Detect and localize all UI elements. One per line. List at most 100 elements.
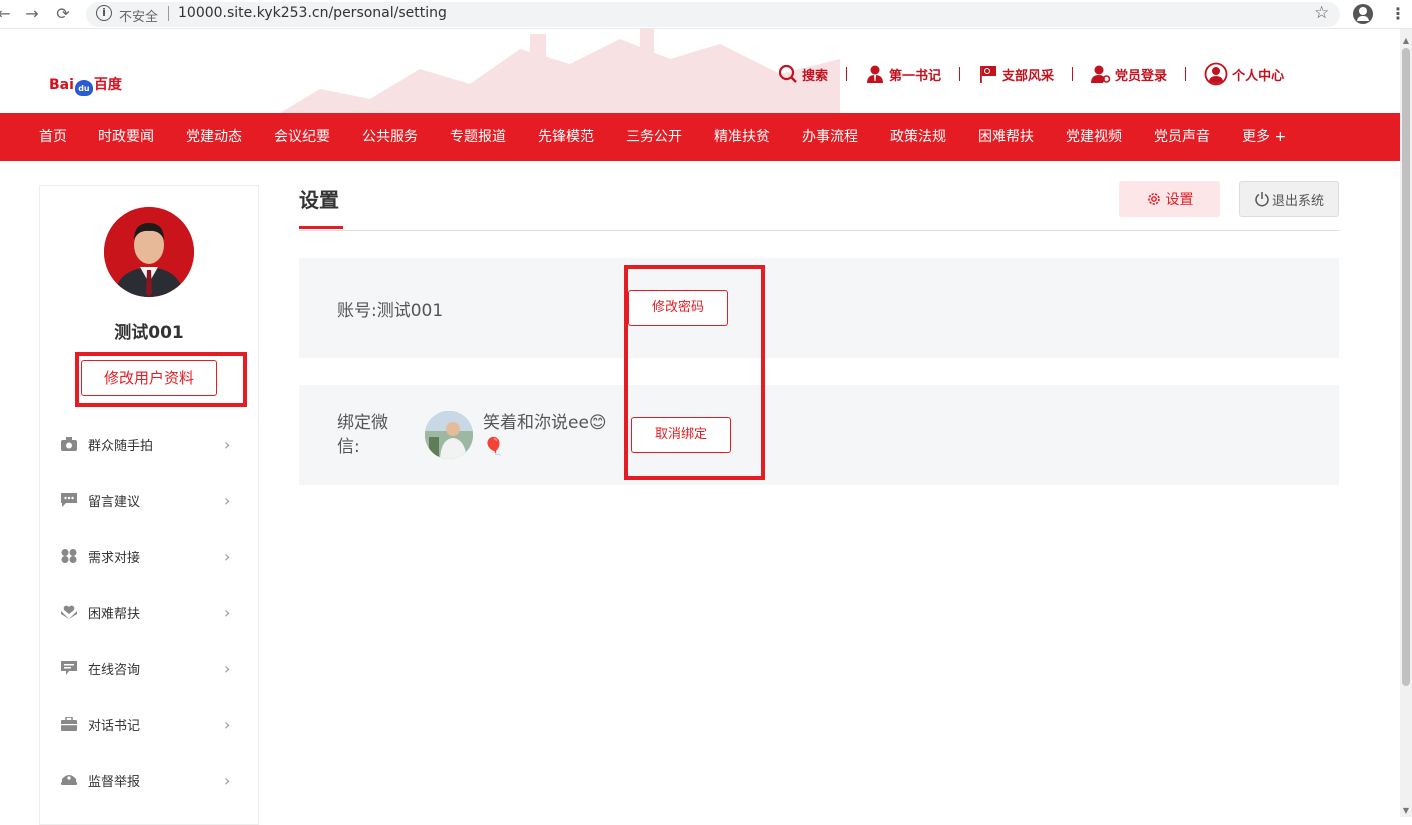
logout-button-label: 退出系统 [1271, 193, 1324, 209]
change-password-button[interactable]: 修改密码 [628, 290, 728, 326]
nav-item-party-news[interactable]: 党建动态 [186, 113, 242, 161]
scroll-up-icon[interactable]: ▲ [1402, 36, 1410, 45]
wechat-label: 绑定微信: [337, 413, 388, 457]
sidebar-item-label: 留言建议 [88, 494, 141, 510]
top-link-label: 第一书记 [889, 68, 942, 84]
url-text[interactable]: 10000.site.kyk253.cn/personal/setting [178, 5, 447, 21]
page-title: 设置 [299, 188, 339, 212]
user-sidebar: 测试001 修改用户资料 群众随手拍 › 留言建议 › 需求对接 › 困难帮扶 … [39, 185, 259, 825]
nav-item-voices[interactable]: 党员声音 [1154, 113, 1210, 161]
browser-toolbar: ← → ⟳ i 不安全 10000.site.kyk253.cn/persona… [0, 0, 1412, 29]
wechat-avatar-image [425, 411, 473, 459]
sidebar-item-label: 群众随手拍 [88, 438, 154, 454]
user-circle-icon [1204, 62, 1228, 86]
logo-text-left: Bai [49, 77, 74, 93]
grid-icon [61, 549, 77, 563]
chevron-right-icon: › [224, 714, 231, 734]
site-info-icon[interactable]: i [96, 5, 112, 21]
unbind-wechat-button[interactable]: 取消绑定 [631, 417, 731, 453]
sidebar-item-suggestions[interactable]: 留言建议 › [40, 472, 258, 528]
edit-profile-button[interactable]: 修改用户资料 [81, 360, 217, 396]
nav-item-videos[interactable]: 党建视频 [1066, 113, 1122, 161]
divider [1185, 67, 1187, 81]
settings-button-label: 设置 [1165, 192, 1194, 208]
insecure-label: 不安全 [119, 10, 159, 25]
camera-icon [61, 437, 77, 451]
divider [846, 67, 848, 81]
wechat-nickname: 笑着和沵说ee😊🎈 [483, 413, 607, 457]
user-name: 测试001 [114, 323, 184, 343]
top-link-secretary[interactable]: 第一书记 [865, 64, 941, 84]
top-link-label: 搜索 [802, 68, 829, 84]
sidebar-item-demand[interactable]: 需求对接 › [40, 528, 258, 584]
search-icon [778, 64, 797, 83]
chat-icon [61, 661, 77, 675]
site-header: Bai du 百度 搜索 第一书记 支部风采 党员登录 个人中心 [0, 29, 1400, 113]
sidebar-item-label: 需求对接 [88, 550, 141, 566]
briefcase-icon [61, 717, 77, 731]
sidebar-item-consult[interactable]: 在线咨询 › [40, 640, 258, 696]
sidebar-item-report[interactable]: 监督举报 › [40, 752, 258, 808]
forward-icon[interactable]: → [22, 4, 42, 24]
account-label: 账号: [337, 301, 377, 321]
back-icon[interactable]: ← [0, 4, 14, 24]
message-icon [61, 493, 77, 507]
top-link-search[interactable]: 搜索 [778, 64, 828, 84]
nav-item-public-service[interactable]: 公共服务 [362, 113, 418, 161]
nav-item-home[interactable]: 首页 [39, 113, 67, 161]
scroll-down-icon[interactable]: ▼ [1402, 806, 1410, 815]
nav-item-disclosure[interactable]: 三务公开 [626, 113, 682, 161]
nav-item-more[interactable]: 更多 + [1242, 113, 1286, 161]
chevron-right-icon: › [224, 658, 231, 678]
top-link-label: 党员登录 [1115, 68, 1168, 84]
top-link-personal-center[interactable]: 个人中心 [1204, 62, 1284, 86]
chevron-right-icon: › [224, 434, 231, 454]
secretary-icon [867, 65, 884, 83]
police-cap-icon [61, 775, 77, 785]
top-link-branch[interactable]: 支部风采 [978, 64, 1054, 84]
reload-icon[interactable]: ⟳ [53, 4, 73, 24]
sidebar-item-label: 在线咨询 [88, 662, 141, 678]
nav-item-politics[interactable]: 时政要闻 [98, 113, 154, 161]
account-row: 账号:测试001 [337, 296, 443, 321]
top-link-label: 个人中心 [1232, 68, 1285, 84]
sidebar-item-talk-secretary[interactable]: 对话书记 › [40, 696, 258, 752]
url-divider [168, 6, 169, 21]
sidebar-item-label: 困难帮扶 [88, 606, 141, 622]
top-link-label: 支部风采 [1002, 68, 1055, 84]
scrollbar-thumb[interactable] [1402, 48, 1410, 686]
top-links: 搜索 第一书记 支部风采 党员登录 个人中心 [778, 62, 1284, 86]
browser-menu-icon[interactable]: ⋮ [1390, 4, 1406, 23]
wechat-panel: 绑定微信: 笑着和沵说ee😊🎈 取消绑定 [299, 385, 1339, 485]
sidebar-item-label: 监督举报 [88, 774, 141, 790]
chevron-right-icon: › [224, 546, 231, 566]
bookmark-star-icon[interactable]: ☆ [1314, 3, 1329, 23]
avatar [104, 207, 194, 297]
title-divider [299, 230, 1339, 231]
logo-text-right: 百度 [93, 77, 122, 93]
top-link-member-login[interactable]: 党员登录 [1091, 64, 1167, 84]
nav-item-policies[interactable]: 政策法规 [890, 113, 946, 161]
gear-icon [1147, 193, 1160, 205]
settings-button[interactable]: 设置 [1119, 181, 1220, 217]
nav-item-meetings[interactable]: 会议纪要 [274, 113, 330, 161]
paw-icon: du [74, 80, 93, 96]
account-value: 测试001 [376, 301, 444, 321]
power-icon [1255, 192, 1269, 207]
chevron-right-icon: › [224, 602, 231, 622]
baidu-logo[interactable]: Bai du 百度 [49, 74, 122, 96]
nav-item-pioneers[interactable]: 先锋模范 [538, 113, 594, 161]
chevron-right-icon: › [224, 770, 231, 790]
nav-item-poverty[interactable]: 精准扶贫 [714, 113, 770, 161]
nav-item-special-reports[interactable]: 专题报道 [450, 113, 506, 161]
sidebar-item-assistance[interactable]: 困难帮扶 › [40, 584, 258, 640]
great-wall-background [280, 29, 840, 113]
nav-item-procedures[interactable]: 办事流程 [802, 113, 858, 161]
browser-account-icon[interactable] [1353, 4, 1373, 24]
logout-button[interactable]: 退出系统 [1239, 181, 1339, 217]
nav-item-assistance[interactable]: 困难帮扶 [978, 113, 1034, 161]
help-hands-icon [61, 605, 77, 619]
wechat-avatar [425, 411, 473, 459]
sidebar-item-snapshot[interactable]: 群众随手拍 › [40, 416, 258, 472]
chevron-right-icon: › [224, 490, 231, 510]
